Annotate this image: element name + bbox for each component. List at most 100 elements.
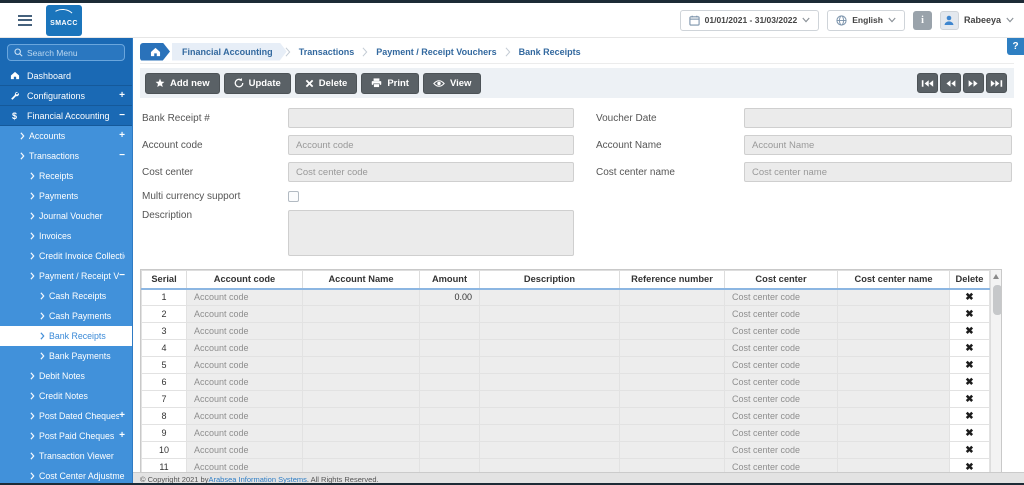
language-selector[interactable]: English [827,9,905,31]
hamburger-menu-icon[interactable] [18,14,32,26]
scrollbar-thumb[interactable] [992,285,1001,315]
info-button[interactable]: i [912,10,932,30]
cell-cost-center[interactable]: Cost center code [724,390,838,408]
cell-cost-center[interactable]: Cost center code [724,339,838,357]
cell-description[interactable] [479,390,620,408]
delete-row-icon[interactable]: ✖ [965,428,973,439]
cell-description[interactable] [479,407,620,425]
sidebar-item-financial-accounting[interactable]: $ Financial Accounting − [0,106,132,126]
cell-description[interactable] [479,339,620,357]
delete-row-icon[interactable]: ✖ [965,360,973,371]
sidebar-item-post-paid-cheques[interactable]: Post Paid Cheques + [0,426,132,446]
expand-plus-icon[interactable]: + [119,411,125,421]
cell-amount[interactable] [419,390,480,408]
sidebar-item-credit-notes[interactable]: Credit Notes [0,386,132,406]
sidebar-item-cash-payments[interactable]: Cash Payments [0,306,132,326]
account-name-field[interactable] [744,135,1012,155]
date-range-selector[interactable]: 01/01/2021 - 31/03/2022 [679,9,820,31]
cell-reference-number[interactable] [619,356,725,374]
cell-amount[interactable] [419,373,480,391]
expand-plus-icon[interactable]: + [119,431,125,441]
sidebar-item-bank-payments[interactable]: Bank Payments [0,346,132,366]
cell-account-code[interactable]: Account code [186,356,303,374]
sidebar-search[interactable] [7,44,125,61]
print-button[interactable]: Print [361,72,419,94]
sidebar-item-payments[interactable]: Payments [0,186,132,206]
cell-account-name[interactable] [302,288,420,306]
cell-amount[interactable] [419,339,480,357]
expand-plus-icon[interactable]: + [119,90,125,101]
user-menu[interactable]: Rabeeya [939,10,1014,30]
sidebar-item-configurations[interactable]: Configurations + [0,86,132,106]
cell-cost-center-name[interactable] [837,373,950,391]
sidebar-item-transactions[interactable]: Transactions − [0,146,132,166]
cell-amount[interactable] [419,424,480,442]
delete-row-icon[interactable]: ✖ [965,309,973,320]
sidebar-item-invoices[interactable]: Invoices [0,226,132,246]
cell-cost-center-name[interactable] [837,407,950,425]
expand-plus-icon[interactable]: + [119,131,125,141]
cell-reference-number[interactable] [619,288,725,306]
cell-description[interactable] [479,288,620,306]
cell-account-name[interactable] [302,441,420,459]
bank-receipt-number-field[interactable] [288,108,574,128]
cost-center-field[interactable] [288,162,574,182]
delete-row-icon[interactable]: ✖ [965,462,973,473]
delete-button[interactable]: Delete [294,72,358,94]
scroll-up-icon[interactable] [991,270,1001,283]
breadcrumb-item-financial-accounting[interactable]: Financial Accounting [172,42,287,61]
nav-next-button[interactable] [963,73,984,93]
voucher-date-field[interactable] [744,108,1012,128]
cell-reference-number[interactable] [619,373,725,391]
sidebar-item-receipts[interactable]: Receipts [0,166,132,186]
cell-account-code[interactable]: Account code [186,441,303,459]
cell-reference-number[interactable] [619,339,725,357]
description-field[interactable] [288,210,574,256]
cell-cost-center[interactable]: Cost center code [724,373,838,391]
cell-description[interactable] [479,424,620,442]
cell-account-code[interactable]: Account code [186,390,303,408]
cell-amount[interactable] [419,441,480,459]
cell-account-name[interactable] [302,356,420,374]
nav-first-button[interactable] [917,73,938,93]
sidebar-item-accounts[interactable]: Accounts + [0,126,132,146]
table-scrollbar[interactable] [990,270,1001,483]
delete-row-icon[interactable]: ✖ [965,445,973,456]
cell-account-code[interactable]: Account code [186,322,303,340]
breadcrumb-item-bank-receipts[interactable]: Bank Receipts [509,43,591,61]
sidebar-item-cash-receipts[interactable]: Cash Receipts [0,286,132,306]
cell-cost-center[interactable]: Cost center code [724,407,838,425]
cell-account-name[interactable] [302,373,420,391]
nav-last-button[interactable] [986,73,1007,93]
cell-cost-center-name[interactable] [837,339,950,357]
cell-account-code[interactable]: Account code [186,424,303,442]
nav-prev-button[interactable] [940,73,961,93]
cell-amount[interactable] [419,305,480,323]
cell-cost-center[interactable]: Cost center code [724,356,838,374]
cell-amount[interactable] [419,407,480,425]
sidebar-item-cost-center-adjustment[interactable]: Cost Center Adjustment [0,466,132,483]
arabsea-link[interactable]: Arabsea Information Systems [208,475,306,484]
cell-account-code[interactable]: Account code [186,305,303,323]
cell-cost-center[interactable]: Cost center code [724,322,838,340]
cell-reference-number[interactable] [619,305,725,323]
cell-amount[interactable] [419,322,480,340]
breadcrumb-item-transactions[interactable]: Transactions [289,43,365,61]
delete-row-icon[interactable]: ✖ [965,343,973,354]
cell-account-code[interactable]: Account code [186,339,303,357]
cell-description[interactable] [479,441,620,459]
cell-account-code[interactable]: Account code [186,407,303,425]
delete-row-icon[interactable]: ✖ [965,377,973,388]
sidebar-item-transaction-viewer[interactable]: Transaction Viewer [0,446,132,466]
breadcrumb-item-payment-receipt-vouchers[interactable]: Payment / Receipt Vouchers [366,43,506,61]
cell-cost-center[interactable]: Cost center code [724,424,838,442]
cell-reference-number[interactable] [619,407,725,425]
cell-account-name[interactable] [302,424,420,442]
cell-cost-center-name[interactable] [837,322,950,340]
cell-description[interactable] [479,373,620,391]
delete-row-icon[interactable]: ✖ [965,292,973,303]
cell-cost-center[interactable]: Cost center code [724,288,838,306]
sidebar-item-journal-voucher[interactable]: Journal Voucher [0,206,132,226]
delete-row-icon[interactable]: ✖ [965,411,973,422]
cell-cost-center-name[interactable] [837,424,950,442]
